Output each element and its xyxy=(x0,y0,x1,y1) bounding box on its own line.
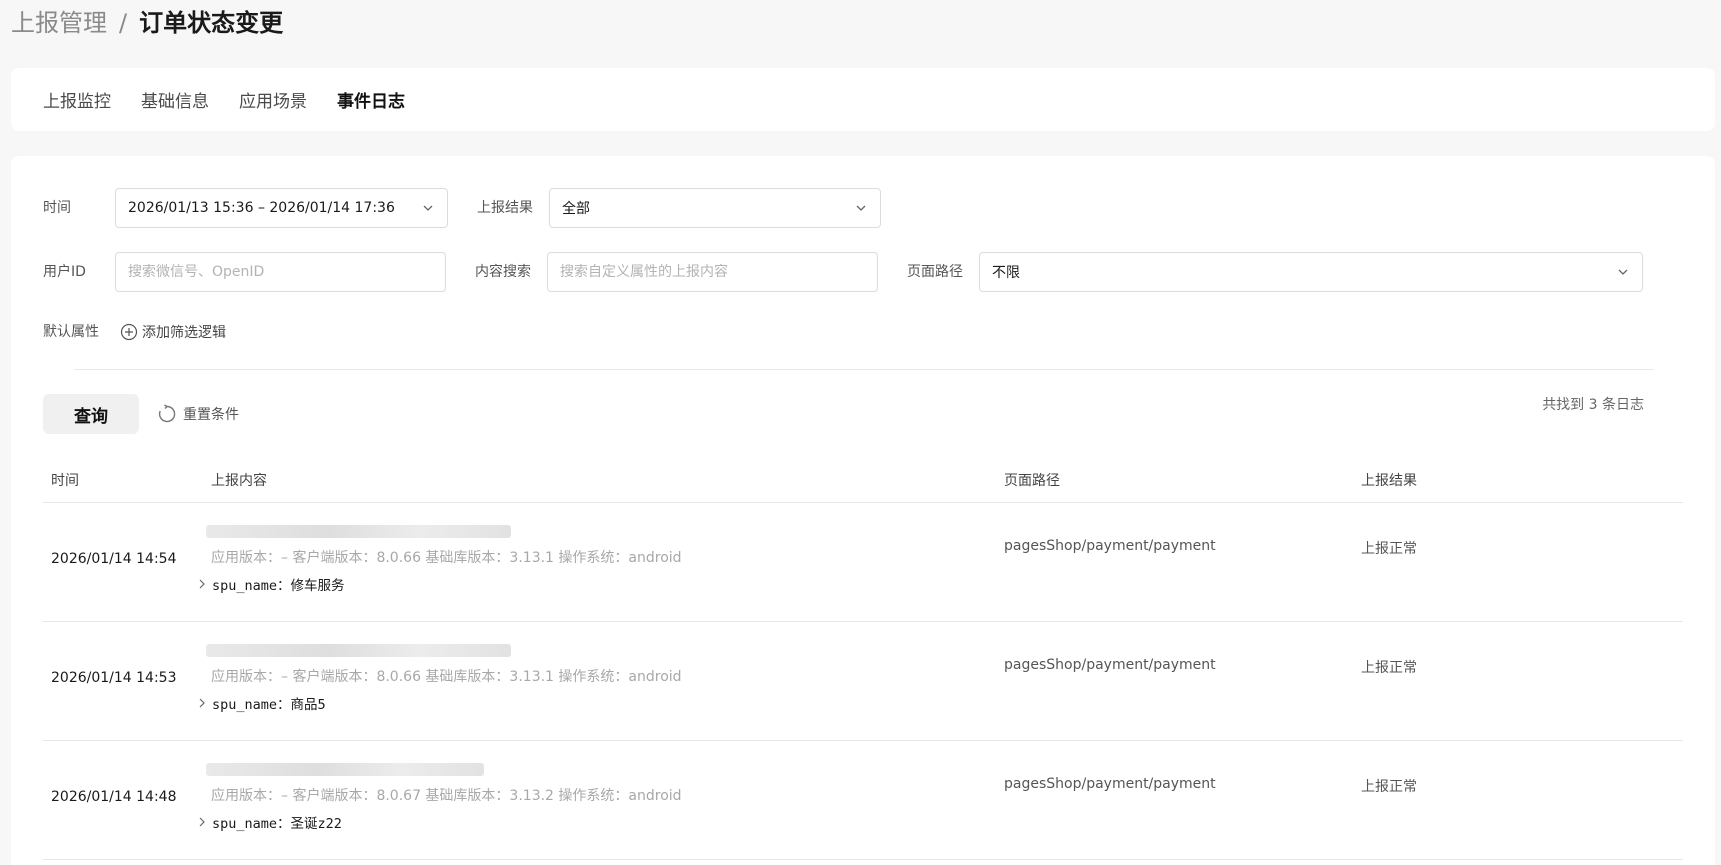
user-id-input[interactable] xyxy=(128,264,433,280)
user-id-field xyxy=(115,252,446,292)
row-result: 上报正常 xyxy=(1361,779,1417,795)
time-range-picker[interactable]: 2026/01/13 15:36 – 2026/01/14 17:36 xyxy=(115,188,448,228)
result-filter-label: 上报结果 xyxy=(477,200,533,216)
add-filter-label: 添加筛选逻辑 xyxy=(142,325,226,341)
redacted-content xyxy=(206,525,511,538)
row-time: 2026/01/14 14:53 xyxy=(51,670,177,686)
tab-scenarios[interactable]: 应用场景 xyxy=(239,87,307,112)
row-time: 2026/01/14 14:54 xyxy=(51,551,177,567)
row-path: pagesShop/payment/payment xyxy=(1004,776,1216,792)
row-path: pagesShop/payment/payment xyxy=(1004,657,1216,673)
redacted-content xyxy=(206,763,484,776)
row-meta: 应用版本：– 客户端版本：8.0.66 基础库版本：3.13.1 操作系统：an… xyxy=(211,550,682,566)
result-select[interactable]: 全部 xyxy=(549,188,881,228)
chevron-down-icon xyxy=(1618,269,1628,275)
chevron-right-icon xyxy=(199,579,205,589)
content-search-field xyxy=(547,252,878,292)
row-result: 上报正常 xyxy=(1361,541,1417,557)
divider xyxy=(74,369,1654,370)
row-meta: 应用版本：– 客户端版本：8.0.67 基础库版本：3.13.2 操作系统：an… xyxy=(211,788,682,804)
plus-circle-icon xyxy=(120,323,138,341)
log-table: 时间 上报内容 页面路径 上报结果 2026/01/14 14:54 应用版本：… xyxy=(43,456,1683,860)
header-content: 上报内容 xyxy=(211,473,267,489)
property-toggle[interactable]: spu_name：修车服务 xyxy=(198,574,345,594)
page-path-label: 页面路径 xyxy=(907,264,963,280)
time-range-value: 2026/01/13 15:36 – 2026/01/14 17:36 xyxy=(128,200,395,216)
property-text: spu_name：修车服务 xyxy=(212,578,345,594)
default-attr-label: 默认属性 xyxy=(43,324,99,340)
chevron-down-icon xyxy=(856,205,866,211)
page-title: 订单状态变更 xyxy=(139,9,284,37)
reset-button[interactable]: 重置条件 xyxy=(157,404,239,424)
property-toggle[interactable]: spu_name：圣诞z22 xyxy=(198,812,342,832)
page-path-value: 不限 xyxy=(992,265,1020,281)
refresh-icon xyxy=(158,404,176,423)
header-result: 上报结果 xyxy=(1361,473,1417,489)
row-time: 2026/01/14 14:48 xyxy=(51,789,177,805)
time-filter-label: 时间 xyxy=(43,200,71,216)
result-select-value: 全部 xyxy=(562,201,590,217)
content-search-label: 内容搜索 xyxy=(475,264,531,280)
table-row: 2026/01/14 14:48 应用版本：– 客户端版本：8.0.67 基础库… xyxy=(43,741,1683,860)
tab-bar: 上报监控 基础信息 应用场景 事件日志 xyxy=(11,68,1715,131)
row-result: 上报正常 xyxy=(1361,660,1417,676)
header-time: 时间 xyxy=(51,473,79,489)
property-toggle[interactable]: spu_name：商品5 xyxy=(198,693,326,713)
content-search-input[interactable] xyxy=(560,264,865,280)
chevron-right-icon xyxy=(199,817,205,827)
tab-event-log[interactable]: 事件日志 xyxy=(337,87,405,112)
event-log-panel: 时间 2026/01/13 15:36 – 2026/01/14 17:36 上… xyxy=(11,156,1715,865)
row-path: pagesShop/payment/payment xyxy=(1004,538,1216,554)
breadcrumb: 上报管理 / 订单状态变更 xyxy=(11,6,283,40)
property-text: spu_name：圣诞z22 xyxy=(212,816,342,832)
chevron-right-icon xyxy=(199,698,205,708)
query-button[interactable]: 查询 xyxy=(43,394,139,434)
table-row: 2026/01/14 14:53 应用版本：– 客户端版本：8.0.66 基础库… xyxy=(43,622,1683,741)
breadcrumb-parent[interactable]: 上报管理 xyxy=(11,6,107,40)
add-filter-button[interactable]: 添加筛选逻辑 xyxy=(120,322,226,342)
redacted-content xyxy=(206,644,511,657)
reset-label: 重置条件 xyxy=(183,407,239,423)
row-meta: 应用版本：– 客户端版本：8.0.66 基础库版本：3.13.1 操作系统：an… xyxy=(211,669,682,685)
tab-basic-info[interactable]: 基础信息 xyxy=(141,87,209,112)
chevron-down-icon xyxy=(423,205,433,211)
user-id-label: 用户ID xyxy=(43,264,86,280)
header-path: 页面路径 xyxy=(1004,473,1060,489)
breadcrumb-separator: / xyxy=(119,9,128,37)
table-header: 时间 上报内容 页面路径 上报结果 xyxy=(43,456,1683,503)
table-row: 2026/01/14 14:54 应用版本：– 客户端版本：8.0.66 基础库… xyxy=(43,503,1683,622)
result-count: 共找到 3 条日志 xyxy=(1542,397,1644,413)
tab-report-monitor[interactable]: 上报监控 xyxy=(43,87,111,112)
page-path-select[interactable]: 不限 xyxy=(979,252,1643,292)
property-text: spu_name：商品5 xyxy=(212,697,326,713)
